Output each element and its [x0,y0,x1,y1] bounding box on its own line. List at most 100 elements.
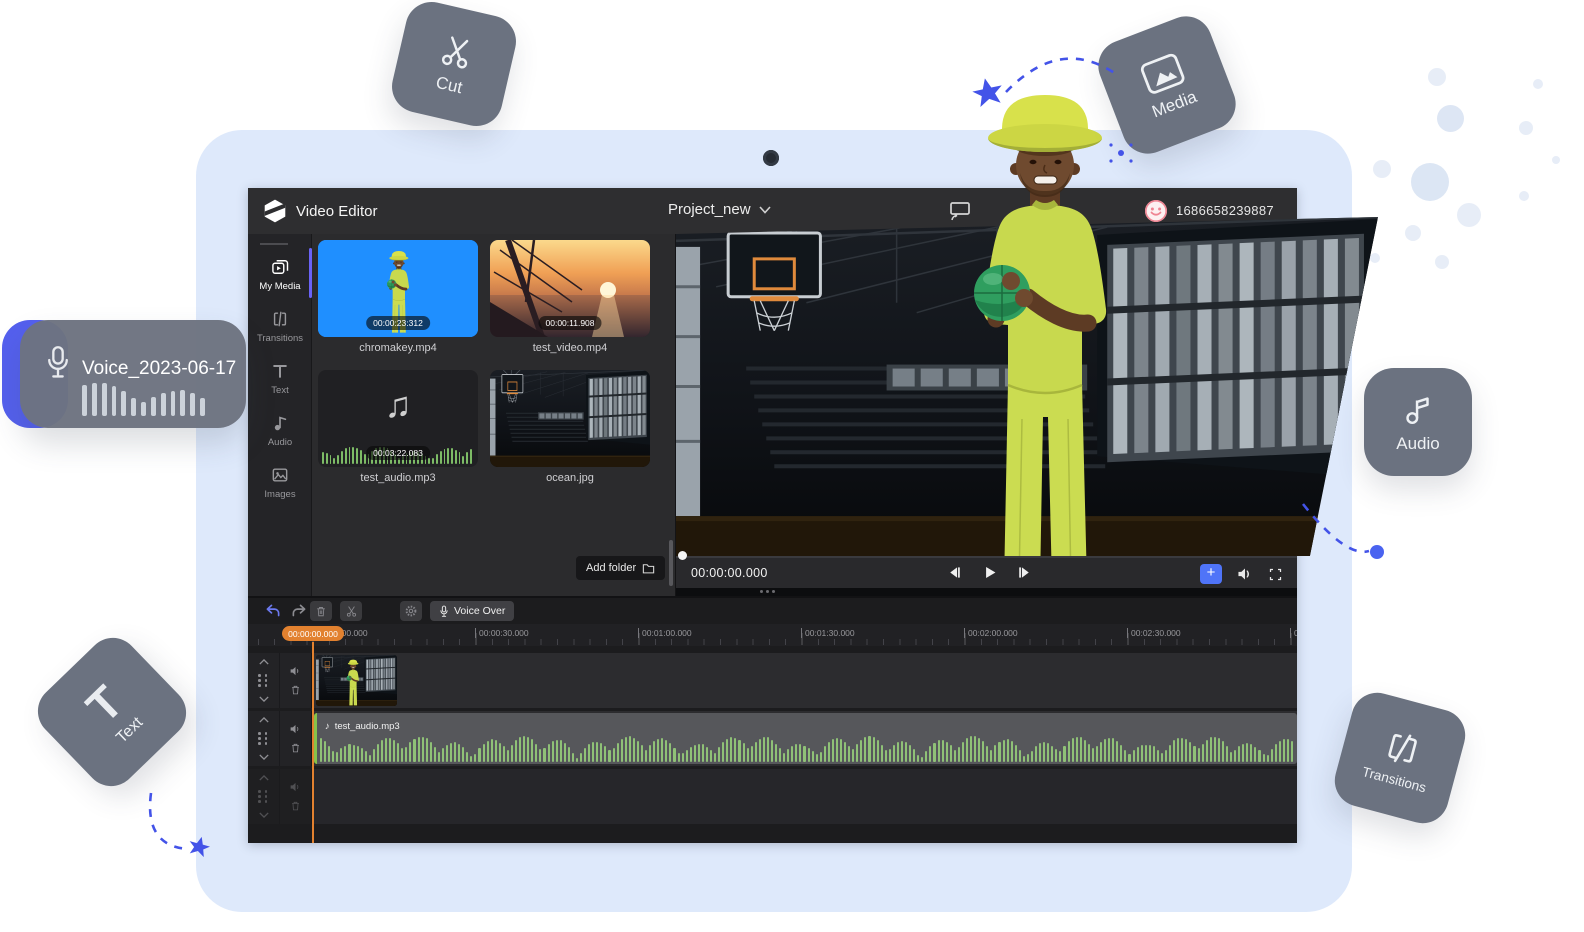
sidebar-item-label: Text [271,385,288,396]
ruler-label: 00:02:00.000 [964,628,1018,638]
text-icon [270,361,290,381]
settings-button[interactable] [400,601,422,621]
music-note-icon [1399,391,1437,429]
play-button[interactable] [981,564,998,581]
delete-track-button[interactable] [290,684,301,696]
sidebar-item-audio[interactable]: Audio [248,404,312,456]
sidebar-item-my-media[interactable]: My Media [248,248,312,300]
sidebar-item-label: Transitions [257,333,303,344]
sidebar-item-transitions[interactable]: Transitions [248,300,312,352]
media-item-chromakey[interactable]: 00:00:23:312 chromakey.mp4 [318,240,478,354]
empty-track [248,769,1297,824]
folder-icon [642,562,655,574]
ruler-label: 00:01:30.000 [801,628,855,638]
track-drag-handle[interactable] [258,674,269,687]
media-item-test-video[interactable]: 00:00:11.908 test_video.mp4 [490,240,650,354]
move-track-down-button[interactable] [259,754,269,760]
sidebar-item-text[interactable]: Text [248,352,312,404]
audio-track-lane[interactable]: ♪ test_audio.mp3 [312,711,1297,766]
move-track-up-button[interactable] [259,775,269,781]
ruler-label: 00:01:00.000 [638,628,692,638]
decor-dot [1437,105,1464,132]
redo-button[interactable] [290,602,308,620]
move-track-down-button[interactable] [259,812,269,818]
delete-track-button[interactable] [290,742,301,754]
microphone-icon [439,605,449,618]
app-logo-icon [262,198,288,224]
timeline-ruler[interactable]: 00:00:00.000 00:00:30.000 00:01:00.000 0… [248,624,1297,646]
video-track-lane[interactable] [312,653,1297,708]
timeline-section: Voice Over 00:00:00.000 00:00:30.000 00:… [248,598,1297,843]
badge-label: Cut [434,72,464,97]
move-track-down-button[interactable] [259,696,269,702]
music-note-icon [270,413,290,433]
fullscreen-icon[interactable] [1268,567,1283,582]
timeline-resize-handle[interactable] [756,589,778,593]
tablet-camera [763,150,779,166]
add-to-timeline-button[interactable]: + [1200,564,1222,584]
media-stack-icon [270,257,290,277]
delete-track-button[interactable] [290,800,301,812]
sidebar-item-label: Images [264,489,295,500]
audio-clip[interactable]: ♪ test_audio.mp3 [314,713,1297,764]
smiley-avatar[interactable] [1144,199,1168,223]
decor-dot [1405,225,1421,241]
sidebar-item-label: My Media [259,281,300,292]
ruler-label: 00:00:30.000 [475,628,529,638]
voice-chip-label: Voice_2023-06-17 [82,358,236,380]
mute-track-button[interactable] [289,665,302,677]
duration-badge: 00:00:11.908 [539,316,602,330]
volume-icon[interactable] [1236,566,1254,582]
project-name: Project_new [668,201,751,218]
track-drag-handle[interactable] [258,790,269,803]
decor-dot [1370,253,1380,263]
media-filename: ocean.jpg [490,472,650,484]
gym-preview [490,370,650,467]
letter-t-icon: T [78,677,130,730]
empty-track-lane[interactable] [312,769,1297,824]
project-name-dropdown[interactable]: Project_new [668,201,771,218]
track-header [248,653,312,708]
preview-controls: 00:00:00.000 + [676,556,1297,588]
video-track [248,653,1297,708]
prev-frame-button[interactable] [946,564,963,581]
media-thumbnail [490,370,650,467]
move-track-up-button[interactable] [259,717,269,723]
voice-over-button[interactable]: Voice Over [430,601,514,621]
decor-dot [1428,68,1446,86]
next-frame-button[interactable] [1016,564,1033,581]
media-item-test-audio[interactable]: ♫ 00:03:22.083 test_audio.mp3 [318,370,478,484]
voice-recording-chip: Voice_2023-06-17 [20,320,246,428]
playhead-line[interactable] [312,642,314,843]
sidebar-item-images[interactable]: Images [248,456,312,508]
mute-track-button[interactable] [289,781,302,793]
trash-icon [315,605,327,618]
media-item-ocean[interactable]: ocean.jpg [490,370,650,484]
blue-dot [1370,545,1384,559]
sidebar-divider [260,243,288,245]
add-folder-button[interactable]: Add folder [576,556,665,580]
badge-text: T Text [27,627,197,797]
chevron-down-icon [759,206,771,214]
ruler-label: 00:03:00.000 [1290,628,1297,638]
sidebar: My Media Transitions Text Audio [248,234,312,596]
audio-clip-name: test_audio.mp3 [335,721,400,732]
playhead-time-pill[interactable]: 00:00:00.000 [282,626,344,641]
ruler-label: 00:02:30.000 [1127,628,1181,638]
delete-button[interactable] [310,601,332,621]
preview-timecode: 00:00:00.000 [691,566,768,580]
decor-dot [1552,156,1560,164]
undo-button[interactable] [264,602,282,620]
seekbar-handle[interactable] [678,551,687,560]
track-header [248,769,312,824]
split-button[interactable] [340,601,362,621]
mute-track-button[interactable] [289,723,302,735]
badge-audio: Audio [1364,368,1472,476]
media-panel-scrollbar[interactable] [669,540,673,586]
transition-brackets-icon [1378,724,1427,773]
track-drag-handle[interactable] [258,732,269,745]
app-title: Video Editor [296,203,377,220]
video-clip[interactable] [316,655,397,706]
music-note-icon: ♪ [325,721,330,732]
move-track-up-button[interactable] [259,659,269,665]
